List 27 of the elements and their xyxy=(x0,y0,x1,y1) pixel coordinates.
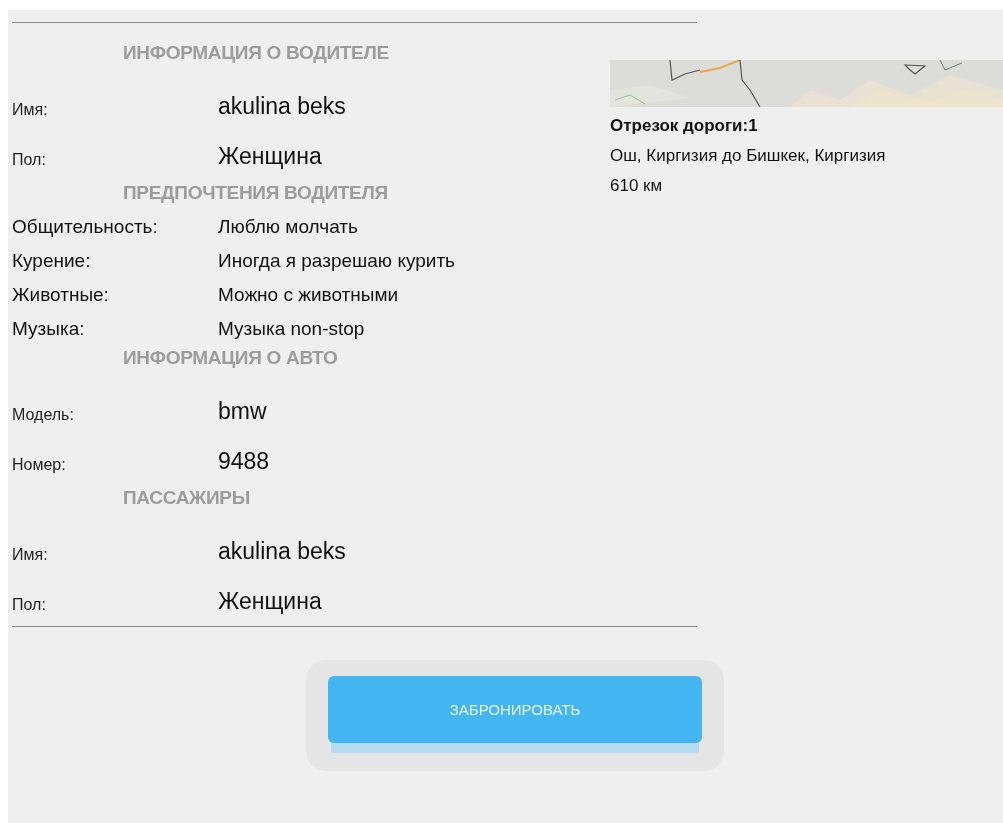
field-value: Можно с животными xyxy=(218,284,399,306)
field-label: Пол: xyxy=(12,596,46,615)
section-heading: ИНФОРМАЦИЯ О ВОДИТЕЛЕ xyxy=(123,41,389,65)
field-label: Животные: xyxy=(12,284,109,306)
field-label: Номер: xyxy=(12,456,66,475)
field-label: Имя: xyxy=(12,546,48,565)
field-label: Музыка: xyxy=(12,318,85,340)
route-text: Ош, Киргизия до Бишкек, Киргизия xyxy=(610,146,886,166)
field-value: Женщина xyxy=(218,142,322,170)
section-heading: ИНФОРМАЦИЯ О АВТО xyxy=(123,346,338,370)
field-value: akulina beks xyxy=(218,92,346,120)
field-value: 9488 xyxy=(218,447,270,475)
field-value: Музыка non-stop xyxy=(218,318,365,340)
segment-title: Отрезок дороги:1 xyxy=(610,116,758,136)
section-heading: ПРЕДПОЧТЕНИЯ ВОДИТЕЛЯ xyxy=(123,181,388,205)
field-value: Женщина xyxy=(218,587,322,615)
field-label: Модель: xyxy=(12,406,74,425)
distance-text: 610 км xyxy=(610,176,663,196)
field-label: Пол: xyxy=(12,151,46,170)
field-label: Курение: xyxy=(12,250,91,272)
section-heading: ПАССАЖИРЫ xyxy=(123,486,250,510)
field-value: Иногда я разрешаю курить xyxy=(218,250,455,272)
field-value: Люблю молчать xyxy=(218,216,358,238)
field-value: akulina beks xyxy=(218,537,346,565)
field-label: Общительность: xyxy=(12,216,158,238)
field-label: Имя: xyxy=(12,101,48,120)
field-value: bmw xyxy=(218,397,267,425)
